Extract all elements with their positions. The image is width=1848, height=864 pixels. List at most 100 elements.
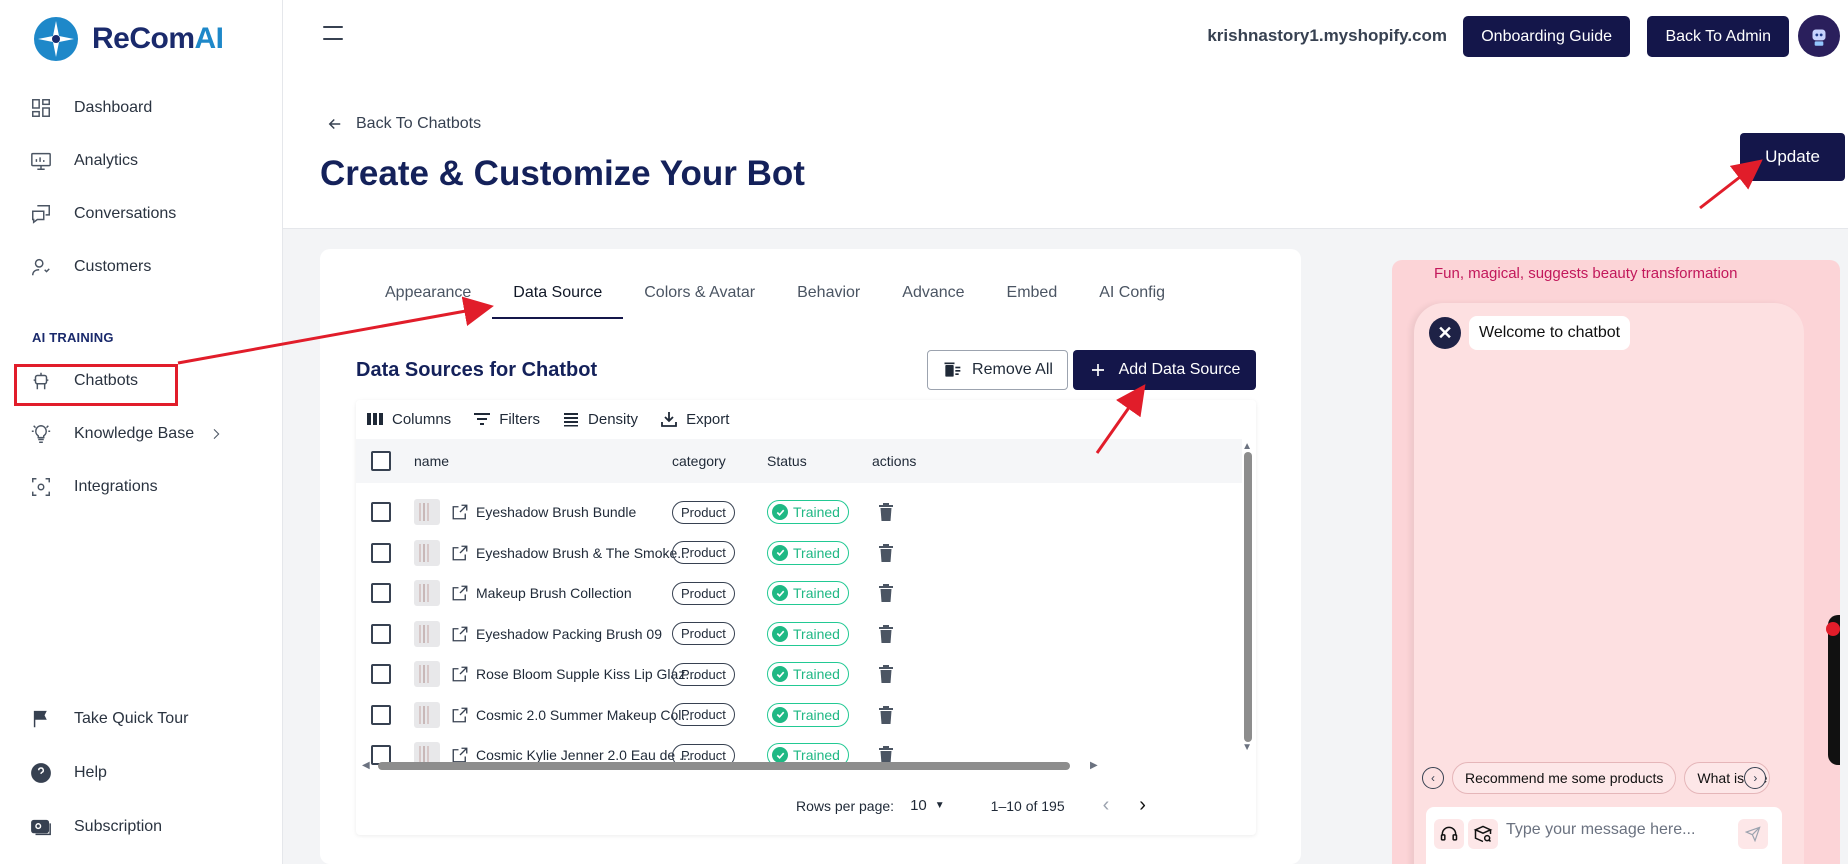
- scroll-left-icon[interactable]: ◀: [362, 760, 370, 771]
- filters-button[interactable]: Filters: [473, 410, 540, 428]
- table-row: Eyeshadow Brush Bundle Product Trained: [356, 492, 1242, 532]
- brand-logo[interactable]: ReComAI: [32, 15, 224, 63]
- column-header-status[interactable]: Status: [767, 439, 807, 483]
- table-row: Makeup Brush Collection Product Trained: [356, 573, 1242, 613]
- trash-icon[interactable]: [878, 543, 894, 562]
- row-checkbox[interactable]: [371, 542, 391, 563]
- tab-advance[interactable]: Advance: [881, 283, 985, 319]
- onboarding-guide-button[interactable]: Onboarding Guide: [1463, 16, 1630, 57]
- sidebar-item-knowledge-base[interactable]: Knowledge Base: [30, 423, 224, 445]
- row-name[interactable]: Cosmic 2.0 Summer Makeup Col...: [476, 707, 693, 723]
- product-thumbnail: [414, 661, 440, 687]
- row-checkbox[interactable]: [371, 583, 391, 603]
- tab-ai-config[interactable]: AI Config: [1078, 283, 1186, 319]
- trash-icon[interactable]: [878, 665, 894, 683]
- row-name[interactable]: Rose Bloom Supple Kiss Lip Glaz...: [476, 666, 697, 682]
- sidebar-item-integrations[interactable]: Integrations: [30, 476, 158, 498]
- add-data-source-button[interactable]: Add Data Source: [1073, 350, 1256, 390]
- tab-behavior[interactable]: Behavior: [776, 283, 881, 319]
- caret-down-icon: ▼: [934, 800, 945, 811]
- row-name[interactable]: Eyeshadow Packing Brush 09: [476, 626, 662, 642]
- open-external-icon[interactable]: [451, 544, 469, 562]
- remove-all-button[interactable]: Remove All: [927, 350, 1068, 390]
- trash-icon[interactable]: [878, 503, 894, 521]
- menu-toggle-icon[interactable]: [323, 26, 343, 40]
- row-name[interactable]: Eyeshadow Brush & The Smoke...: [476, 545, 689, 561]
- row-name[interactable]: Makeup Brush Collection: [476, 585, 632, 601]
- back-to-chatbots-link[interactable]: Back To Chatbots: [326, 115, 481, 133]
- welcome-message: ✕ Welcome to chatbot: [1429, 316, 1631, 350]
- tab-colors-avatar[interactable]: Colors & Avatar: [623, 283, 776, 319]
- sidebar-item-conversations[interactable]: Conversations: [30, 203, 176, 225]
- suggestions-prev-icon[interactable]: ‹: [1422, 767, 1444, 789]
- trash-icon[interactable]: [878, 705, 894, 724]
- scroll-up-icon[interactable]: ▲: [1242, 441, 1252, 452]
- tab-embed[interactable]: Embed: [986, 283, 1079, 319]
- sidebar-item-label: Analytics: [74, 152, 139, 169]
- category-chip: Product: [672, 541, 735, 564]
- density-button[interactable]: Density: [562, 410, 638, 428]
- category-chip: Product: [672, 581, 735, 605]
- trash-icon[interactable]: [878, 584, 894, 602]
- open-external-icon[interactable]: [451, 625, 469, 643]
- trash-icon[interactable]: [878, 624, 894, 643]
- columns-button[interactable]: Columns: [366, 410, 451, 428]
- prev-page-icon[interactable]: ‹: [1103, 794, 1110, 817]
- sidebar-item-label: Help: [74, 764, 107, 781]
- send-icon[interactable]: [1738, 819, 1768, 849]
- lightbulb-icon: [31, 425, 51, 443]
- rows-per-page-select[interactable]: 10 ▼: [910, 797, 945, 814]
- suggestion-chip[interactable]: Recommend me some products: [1452, 762, 1677, 794]
- row-checkbox[interactable]: [371, 502, 391, 522]
- sidebar-item-dashboard[interactable]: Dashboard: [30, 97, 152, 119]
- scroll-right-icon[interactable]: ▶: [1090, 760, 1098, 771]
- conversations-icon: [32, 205, 50, 224]
- row-name[interactable]: Cosmic Kylie Jenner 2.0 Eau de ...: [476, 747, 691, 763]
- launcher-edge[interactable]: [1828, 615, 1840, 765]
- sidebar-item-subscription[interactable]: Subscription: [30, 816, 162, 838]
- open-external-icon[interactable]: [451, 706, 469, 724]
- tab-data-source[interactable]: Data Source: [492, 283, 624, 319]
- flag-icon: [33, 710, 47, 728]
- scroll-down-icon[interactable]: ▼: [1242, 742, 1252, 753]
- row-checkbox[interactable]: [371, 623, 391, 644]
- add-data-source-label: Add Data Source: [1118, 361, 1241, 378]
- sidebar-item-customers[interactable]: Customers: [30, 256, 151, 278]
- column-header-name[interactable]: name: [414, 439, 449, 483]
- select-all-checkbox[interactable]: [371, 451, 391, 471]
- check-circle-icon: [772, 747, 788, 763]
- status-label: Trained: [793, 544, 840, 561]
- sidebar-item-take-quick-tour[interactable]: Take Quick Tour: [30, 708, 188, 730]
- product-thumbnail: [414, 539, 440, 566]
- check-circle-icon: [772, 585, 788, 601]
- open-external-icon[interactable]: [451, 584, 469, 602]
- chat-message-input[interactable]: [1506, 821, 1726, 839]
- back-to-admin-button[interactable]: Back To Admin: [1647, 16, 1789, 57]
- user-avatar[interactable]: [1798, 15, 1840, 57]
- column-header-category[interactable]: category: [672, 439, 726, 483]
- status-label: Trained: [793, 666, 840, 682]
- headset-icon[interactable]: [1434, 819, 1464, 849]
- open-external-icon[interactable]: [451, 503, 469, 521]
- status-chip: Trained: [767, 621, 849, 646]
- row-checkbox[interactable]: [371, 664, 391, 684]
- page-title: Create & Customize Your Bot: [320, 154, 805, 193]
- horizontal-scrollbar[interactable]: [378, 762, 1070, 770]
- sidebar-item-analytics[interactable]: Analytics: [30, 150, 138, 172]
- status-label: Trained: [793, 504, 840, 520]
- update-button[interactable]: Update: [1740, 133, 1845, 181]
- package-search-icon[interactable]: [1468, 819, 1498, 849]
- row-checkbox[interactable]: [371, 704, 391, 725]
- export-button[interactable]: Export: [660, 410, 729, 428]
- sidebar-item-help[interactable]: Help: [30, 762, 107, 784]
- table-row: Eyeshadow Packing Brush 09 Product Trained: [356, 614, 1242, 654]
- help-icon: [31, 763, 51, 783]
- tab-appearance[interactable]: Appearance: [364, 283, 492, 319]
- open-external-icon[interactable]: [451, 665, 469, 683]
- section-label-ai-training: AI TRAINING: [32, 330, 114, 345]
- next-page-icon[interactable]: ›: [1139, 794, 1146, 817]
- subscription-icon: [31, 819, 51, 836]
- chatbot-preview: Fun, magical, suggests beauty transforma…: [1392, 260, 1840, 864]
- row-name[interactable]: Eyeshadow Brush Bundle: [476, 504, 636, 520]
- vertical-scrollbar[interactable]: [1244, 452, 1252, 742]
